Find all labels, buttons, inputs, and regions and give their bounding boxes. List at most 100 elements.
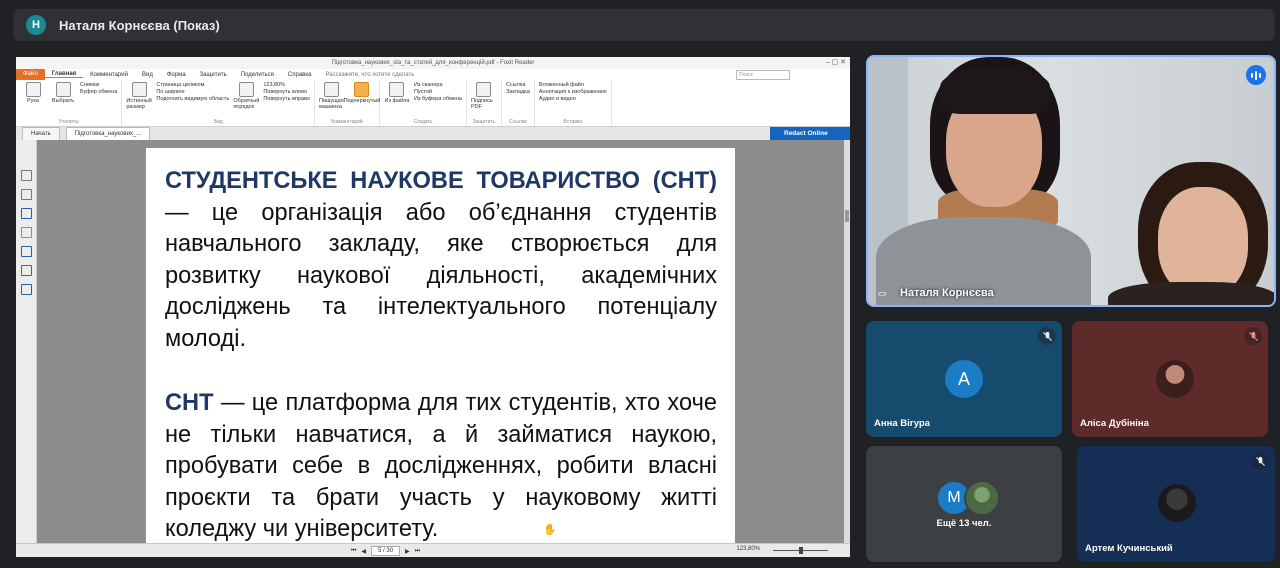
speaking-indicator-icon xyxy=(1246,65,1266,85)
participant-tile[interactable]: А Анна Вігура xyxy=(866,321,1062,437)
tab-protect[interactable]: Защитить xyxy=(193,72,234,78)
window-controls[interactable]: – ▢ ✕ xyxy=(826,57,846,69)
screen-share-icon: ▭ xyxy=(878,288,887,298)
select-tool-button[interactable]: Выбрать xyxy=(50,82,76,124)
term-snt-full: СТУДЕНТСЬКЕ НАУКОВЕ ТОВАРИСТВО (СНТ) xyxy=(165,168,717,194)
fit-width-button[interactable]: По ширине xyxy=(156,89,229,95)
term-snt: СНТ xyxy=(165,390,214,416)
mic-off-icon xyxy=(1244,327,1262,345)
sign-pdf-button[interactable]: Подпись PDF xyxy=(471,82,497,124)
typewriter-button[interactable]: Пишущая машинка xyxy=(319,82,345,124)
reflow-button[interactable]: Обратный порядок xyxy=(233,82,259,124)
participant-tile[interactable]: Аліса Дубініна xyxy=(1072,321,1268,437)
hand-tool-button[interactable]: Рука xyxy=(20,82,46,124)
next-page-button[interactable]: ▶ xyxy=(405,548,410,555)
rotate-left-button[interactable]: Повернуть влево xyxy=(263,89,310,95)
zoom-select[interactable]: 123,80% xyxy=(263,82,310,88)
foxit-titlebar: Підготовка_наукових_sta_та_статей_для_ко… xyxy=(16,57,850,69)
ribbon-group-comment: Пишущая машинка Подчеркнутый Комментарий xyxy=(315,80,380,126)
link-button[interactable]: Ссылка xyxy=(506,82,530,88)
redact-online-button[interactable]: Redact Online xyxy=(770,127,850,141)
more-participants-tile[interactable]: М Ещё 13 чел. xyxy=(866,446,1062,562)
mic-off-icon xyxy=(1038,327,1056,345)
paragraph-2-text: — це платформа для тих студентів, хто хо… xyxy=(165,390,717,542)
fit-page-button[interactable]: Страница целиком xyxy=(156,82,229,88)
highlight-icon xyxy=(354,82,370,97)
paragraph-1-text: — це організація або об’єднання студенті… xyxy=(165,199,717,352)
avatar xyxy=(1158,484,1196,522)
tab-share[interactable]: Поделиться xyxy=(234,72,281,78)
tab-start[interactable]: Начать xyxy=(22,127,60,141)
bookmark-icon[interactable] xyxy=(20,208,32,219)
ribbon: Рука Выбрать Снимок Буфер обмена Утилиты… xyxy=(16,80,850,127)
actual-size-button[interactable]: Истинный размер xyxy=(126,82,152,124)
tab-view[interactable]: Вид xyxy=(135,72,160,78)
tab-form[interactable]: Форма xyxy=(160,72,193,78)
audio-video-button[interactable]: Аудио и видео xyxy=(539,96,607,102)
participant-name: Аліса Дубініна xyxy=(1080,418,1149,429)
page-number-input[interactable]: 5 / 30 xyxy=(371,546,401,556)
image-annotation-button[interactable]: Аннотация к изображению xyxy=(539,89,607,95)
participant-tile[interactable]: Артем Кучинський xyxy=(1077,446,1275,562)
layers-icon[interactable] xyxy=(20,189,32,200)
from-scanner-button[interactable]: Из сканера xyxy=(414,82,462,88)
more-participants-label: Ещё 13 чел. xyxy=(936,518,992,529)
paragraph-1: СТУДЕНТСЬКЕ НАУКОВЕ ТОВАРИСТВО (СНТ) — ц… xyxy=(165,166,717,355)
signature-icon[interactable] xyxy=(20,284,32,295)
paragraph-2: СНТ — це платформа для тих студентів, хт… xyxy=(165,388,717,544)
prev-page-button[interactable]: ◀ xyxy=(361,548,366,555)
document-viewport: СТУДЕНТСЬКЕ НАУКОВЕ ТОВАРИСТВО (СНТ) — ц… xyxy=(37,140,844,544)
participant-name: Артем Кучинський xyxy=(1085,543,1173,554)
blank-button[interactable]: Пустой xyxy=(414,89,462,95)
tab-help[interactable]: Справка xyxy=(281,72,319,78)
lock-icon[interactable] xyxy=(20,265,32,276)
ribbon-group-insert: Вложенный файл Аннотация к изображению А… xyxy=(535,80,612,126)
presenter-avatar: Н xyxy=(26,15,46,35)
last-page-button[interactable]: ⏭ xyxy=(415,548,420,555)
page-navigation: ⏮ ◀ 5 / 30 ▶ ⏭ xyxy=(351,546,420,556)
pen-icon xyxy=(476,82,492,97)
participant-name: Анна Вігура xyxy=(874,418,930,429)
hand-cursor-icon: ✋ xyxy=(543,524,557,536)
first-page-button[interactable]: ⏮ xyxy=(351,548,356,555)
typewriter-icon xyxy=(324,82,340,97)
fit-visible-button[interactable]: Подогнать видимую область xyxy=(156,96,229,102)
from-file-button[interactable]: Из файла xyxy=(384,82,410,124)
tab-comment[interactable]: Комментарий xyxy=(83,72,135,78)
pages-icon[interactable] xyxy=(20,170,32,181)
clipboard-button[interactable]: Буфер обмена xyxy=(80,89,117,95)
ribbon-group-tools: Рука Выбрать Снимок Буфер обмена Утилиты xyxy=(16,80,123,126)
tab-home[interactable]: Главная xyxy=(44,71,84,78)
vertical-scrollbar[interactable] xyxy=(844,140,850,544)
zoom-slider[interactable] xyxy=(773,547,828,554)
zoom-level[interactable]: 123,80% xyxy=(736,546,760,552)
reflow-icon xyxy=(238,82,254,97)
attach-file-button[interactable]: Вложенный файл xyxy=(539,82,607,88)
cursor-icon xyxy=(55,82,71,97)
rotate-right-button[interactable]: Повернуть вправо xyxy=(263,96,310,102)
foxit-menu-tabs: Файл Главная Комментарий Вид Форма Защит… xyxy=(16,69,850,80)
attachment-icon[interactable] xyxy=(20,246,32,257)
tab-document[interactable]: Підготовка_наукових_... xyxy=(65,127,151,141)
search-input[interactable]: Поиск xyxy=(736,70,790,80)
from-clipboard-button[interactable]: Из буфера обмена xyxy=(414,96,462,102)
presentation-bar: Н Наталя Корнєєва (Показ) xyxy=(13,9,1275,41)
main-speaker-name: Наталя Корнєєва xyxy=(900,287,994,299)
comment-icon[interactable] xyxy=(20,227,32,238)
avatar: А xyxy=(945,360,983,398)
scrollbar-thumb[interactable] xyxy=(845,210,849,222)
main-speaker-tile[interactable]: ▭ Наталя Корнєєва xyxy=(866,55,1276,307)
ribbon-group-protect: Подпись PDF Защитить xyxy=(467,80,502,126)
foxit-window-title: Підготовка_наукових_sta_та_статей_для_ко… xyxy=(331,60,535,66)
ribbon-group-links: Ссылка Закладка Ссылки xyxy=(502,80,535,126)
tab-file[interactable]: Файл xyxy=(16,69,45,80)
avatar xyxy=(1156,360,1194,398)
avatar-stack: М xyxy=(936,480,1000,516)
snapshot-button[interactable]: Снимок xyxy=(80,82,117,88)
tell-me-box[interactable]: Расскажите, что хотите сделать xyxy=(318,72,421,78)
highlight-button[interactable]: Подчеркнутый xyxy=(344,82,380,124)
status-bar: ⏮ ◀ 5 / 30 ▶ ⏭ 123,80% xyxy=(16,543,850,557)
bookmark-button[interactable]: Закладка xyxy=(506,89,530,95)
avatar xyxy=(964,480,1000,516)
page-icon xyxy=(131,82,147,97)
